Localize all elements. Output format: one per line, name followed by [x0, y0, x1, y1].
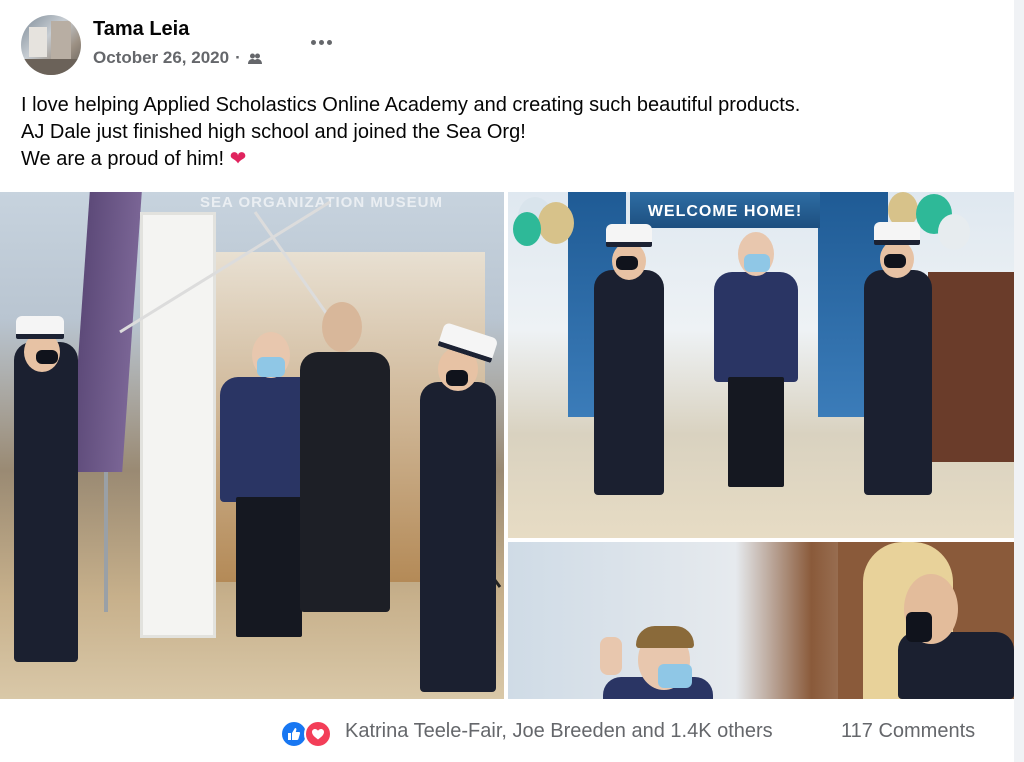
post-meta: October 26, 2020 ·: [93, 48, 263, 68]
date-separator: ·: [235, 48, 241, 67]
photo-oath[interactable]: [508, 542, 1014, 699]
post-text-line: AJ Dale just finished high school and jo…: [21, 121, 526, 143]
post-text-line: We are a proud of him! ❤: [21, 148, 247, 170]
post-date[interactable]: October 26, 2020: [93, 48, 229, 68]
author-name[interactable]: Tama Leia: [93, 18, 189, 41]
author-avatar[interactable]: [21, 15, 81, 75]
love-icon: [304, 720, 332, 748]
heart-emoji: ❤: [229, 148, 247, 170]
comments-count[interactable]: 117 Comments: [841, 720, 975, 743]
post-text: I love helping Applied Scholastics Onlin…: [21, 92, 1001, 173]
post-footer: Katrina Teele-Fair, Joe Breeden and 1.4K…: [0, 700, 1014, 762]
reaction-icons[interactable]: [280, 720, 336, 748]
post-text-line: I love helping Applied Scholastics Onlin…: [21, 94, 801, 116]
post-card: Tama Leia October 26, 2020 · I love help…: [0, 0, 1014, 762]
reaction-names[interactable]: Katrina Teele-Fair, Joe Breeden and 1.4K…: [345, 720, 773, 743]
photo-ceremony-hallway[interactable]: SEA ORGANIZATION MUSEUM: [0, 192, 504, 699]
more-horizontal-icon[interactable]: [306, 30, 336, 54]
photo-welcome-home[interactable]: WELCOME HOME!: [508, 192, 1014, 538]
friends-icon[interactable]: [247, 50, 263, 66]
welcome-banner: WELCOME HOME!: [630, 192, 820, 228]
page-background-edge: [1014, 0, 1024, 762]
